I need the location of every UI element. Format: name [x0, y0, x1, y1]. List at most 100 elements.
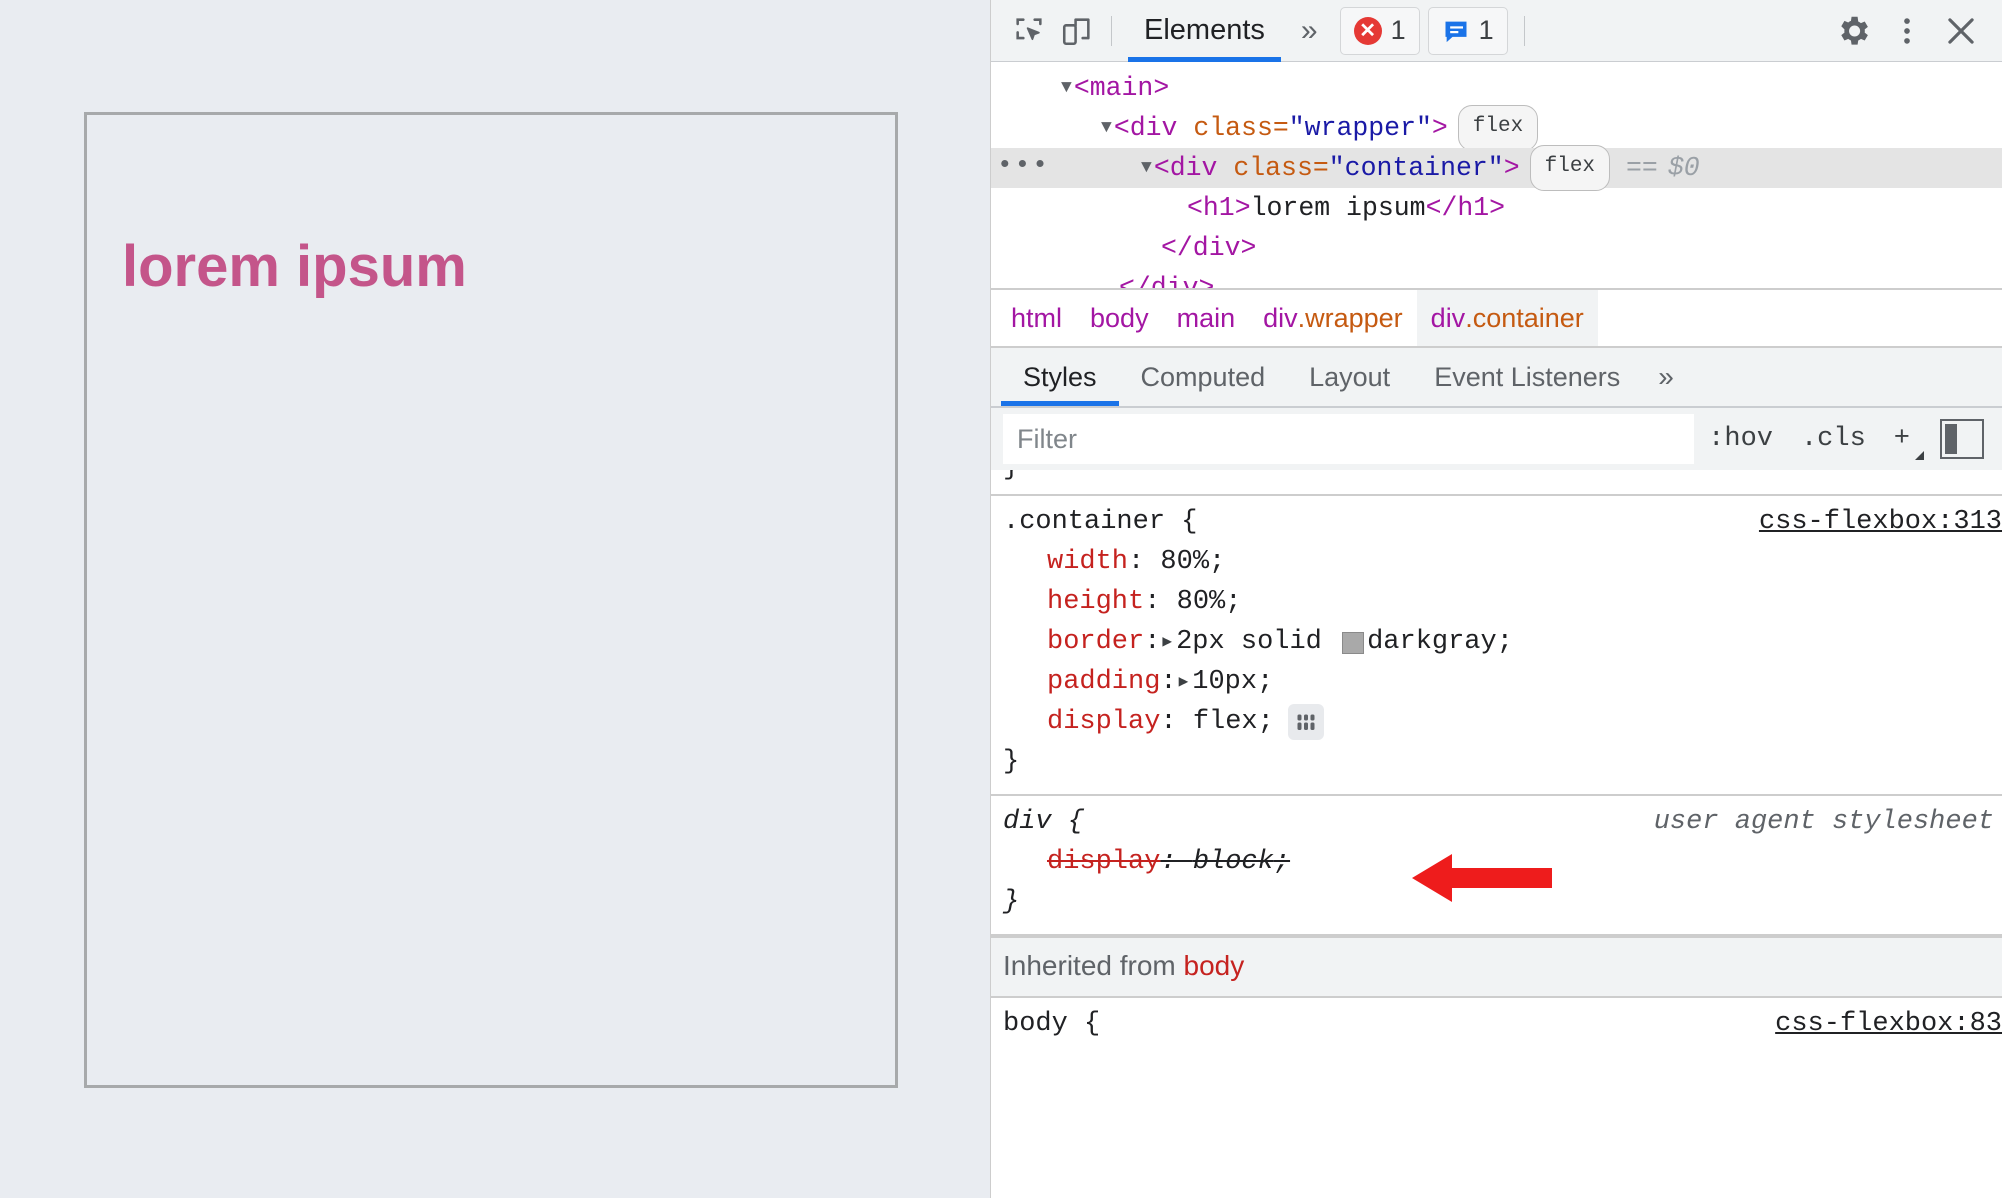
error-count-badge[interactable]: ✕ 1: [1339, 6, 1420, 55]
dom-row[interactable]: <h1> lorem ipsum </h1>: [991, 188, 2002, 228]
declaration-display[interactable]: display: flex;: [991, 702, 2002, 742]
border-style-value[interactable]: solid: [1241, 622, 1322, 662]
styles-pane: } .container { css-flexbox:313 width: 80…: [991, 470, 2002, 1198]
devtools-toolbar: Elements » ✕ 1 1: [991, 0, 2002, 62]
expand-shorthand-icon[interactable]: ▶: [1162, 622, 1172, 662]
dom-attr-class: class=: [1233, 153, 1329, 183]
error-icon: ✕: [1353, 16, 1382, 45]
partial-rule-close-brace: }: [991, 470, 2002, 496]
dom-tree: ▼ <main> ▼ <div class= "wrapper" > flex ••• …: [991, 62, 2002, 290]
rule-selector[interactable]: .container {: [1003, 502, 1197, 542]
rule-selector-line: body { css-flexbox:83: [991, 1004, 2002, 1044]
breadcrumb-class: .wrapper: [1297, 302, 1403, 333]
plus-dropdown-corner-icon[interactable]: [1915, 451, 1924, 460]
inherited-label: Inherited from: [1003, 950, 1176, 981]
declaration-width[interactable]: width: 80%;: [991, 542, 2002, 582]
breadcrumb-tag: body: [1090, 302, 1149, 333]
breadcrumb-tag: div: [1430, 302, 1466, 333]
flex-badge-container[interactable]: flex: [1529, 145, 1611, 191]
breadcrumb-item-main[interactable]: main: [1163, 290, 1250, 346]
border-width-value[interactable]: 2px: [1176, 622, 1225, 662]
plus-icon: +: [1893, 424, 1910, 454]
border-color-value[interactable]: darkgray: [1367, 622, 1497, 662]
toolbar-divider-2: [1523, 15, 1525, 46]
breadcrumb: html body main div .wrapper div .container: [991, 290, 2002, 348]
inherited-from-header: Inherited from body: [991, 936, 2002, 998]
expand-triangle-icon[interactable]: ▼: [1061, 68, 1072, 108]
color-swatch-icon[interactable]: [1342, 632, 1365, 654]
toolbar-divider-1: [1111, 15, 1112, 46]
flex-badge-wrapper[interactable]: flex: [1457, 105, 1539, 151]
dom-row[interactable]: ▼ <div class= "wrapper" > flex: [991, 105, 2002, 151]
filter-input[interactable]: [1003, 414, 1695, 464]
property-name[interactable]: height: [1047, 582, 1144, 622]
dom-attr-value-wrapper: "wrapper": [1288, 113, 1432, 143]
rule-selector[interactable]: body {: [1003, 1004, 1100, 1044]
page-wrapper-div: lorem ipsum: [0, 0, 990, 1198]
expand-triangle-icon[interactable]: ▼: [1141, 148, 1152, 188]
expand-shorthand-icon[interactable]: ▶: [1179, 662, 1189, 702]
dom-gt: >: [1431, 113, 1448, 143]
cls-button[interactable]: .cls: [1787, 414, 1880, 464]
property-name[interactable]: display: [1047, 842, 1160, 882]
property-name[interactable]: width: [1047, 542, 1128, 582]
expand-triangle-icon[interactable]: ▼: [1101, 108, 1112, 148]
property-name[interactable]: border: [1047, 622, 1144, 662]
close-icon[interactable]: [1934, 4, 1988, 58]
gear-icon[interactable]: [1826, 4, 1880, 58]
inherited-selector[interactable]: body: [1184, 950, 1245, 981]
property-value[interactable]: 80%: [1177, 582, 1226, 622]
property-name[interactable]: padding: [1047, 662, 1160, 702]
dom-attr-class: class=: [1193, 113, 1289, 143]
new-style-rule-button[interactable]: +: [1880, 414, 1932, 464]
rule-source-link[interactable]: css-flexbox:313: [1759, 502, 2002, 542]
styles-sidebar-tabs: Styles Computed Layout Event Listeners »: [991, 348, 2002, 408]
tab-computed[interactable]: Computed: [1119, 348, 1288, 406]
more-panels-icon[interactable]: »: [1287, 7, 1332, 55]
dom-row[interactable]: </div>: [991, 268, 2002, 288]
device-toolbar-icon[interactable]: [1053, 7, 1101, 55]
inspect-element-icon[interactable]: [1005, 7, 1053, 55]
tab-elements[interactable]: Elements: [1122, 0, 1287, 62]
more-sidebar-tabs-icon[interactable]: »: [1642, 361, 1690, 393]
dom-equals-marker: ==: [1626, 153, 1658, 183]
flexbox-editor-icon[interactable]: [1287, 704, 1324, 740]
declaration-height[interactable]: height: 80%;: [991, 582, 2002, 622]
tab-event-listeners[interactable]: Event Listeners: [1412, 348, 1642, 406]
rule-source-link[interactable]: css-flexbox:83: [1775, 1004, 2002, 1044]
dom-row[interactable]: </div>: [991, 228, 2002, 268]
dom-tag-h1-open: <h1>: [1187, 193, 1251, 223]
property-name[interactable]: display: [1047, 702, 1160, 742]
breadcrumb-item-div-wrapper[interactable]: div .wrapper: [1249, 290, 1417, 346]
more-options-icon[interactable]: [1880, 4, 1934, 58]
dom-row-selected[interactable]: ••• ▼ <div class= "container" > flex == $0: [991, 145, 2002, 191]
breadcrumb-item-body[interactable]: body: [1076, 290, 1163, 346]
toggle-sidebar-icon[interactable]: [1940, 419, 1984, 459]
tab-styles[interactable]: Styles: [1001, 348, 1119, 406]
property-value[interactable]: flex: [1193, 702, 1258, 742]
message-count-label: 1: [1478, 15, 1494, 45]
breadcrumb-item-html[interactable]: html: [997, 290, 1076, 346]
rule-selector[interactable]: div {: [1003, 802, 1084, 842]
message-count-badge[interactable]: 1: [1427, 6, 1508, 55]
declaration-display-overridden[interactable]: display: block;: [991, 842, 2002, 882]
property-value[interactable]: 10px: [1192, 662, 1257, 702]
hidden-children-dots-icon[interactable]: •••: [997, 145, 1050, 185]
dom-tag-div-open: <div: [1113, 113, 1178, 143]
styles-filter-row: :hov .cls +: [991, 408, 2002, 470]
property-value[interactable]: 80%: [1160, 542, 1209, 582]
dom-dollar-zero: $0: [1667, 153, 1700, 183]
declaration-padding[interactable]: padding: ▶ 10px;: [991, 662, 2002, 702]
close-brace-text: }: [1003, 747, 1020, 777]
breadcrumb-tag: main: [1176, 302, 1236, 333]
hov-button[interactable]: :hov: [1694, 414, 1787, 464]
declaration-border[interactable]: border: ▶ 2px solid darkgray;: [991, 622, 2002, 662]
error-count-label: 1: [1390, 15, 1406, 45]
property-value[interactable]: block: [1193, 842, 1274, 882]
tab-layout[interactable]: Layout: [1287, 348, 1412, 406]
dom-row[interactable]: ▼ <main>: [991, 68, 2002, 108]
breadcrumb-item-div-container[interactable]: div .container: [1416, 290, 1598, 346]
rule-close-brace: }: [991, 882, 2002, 922]
style-rule-div-user-agent: div { user agent stylesheet display: blo…: [991, 796, 2002, 936]
message-icon: [1442, 17, 1470, 45]
